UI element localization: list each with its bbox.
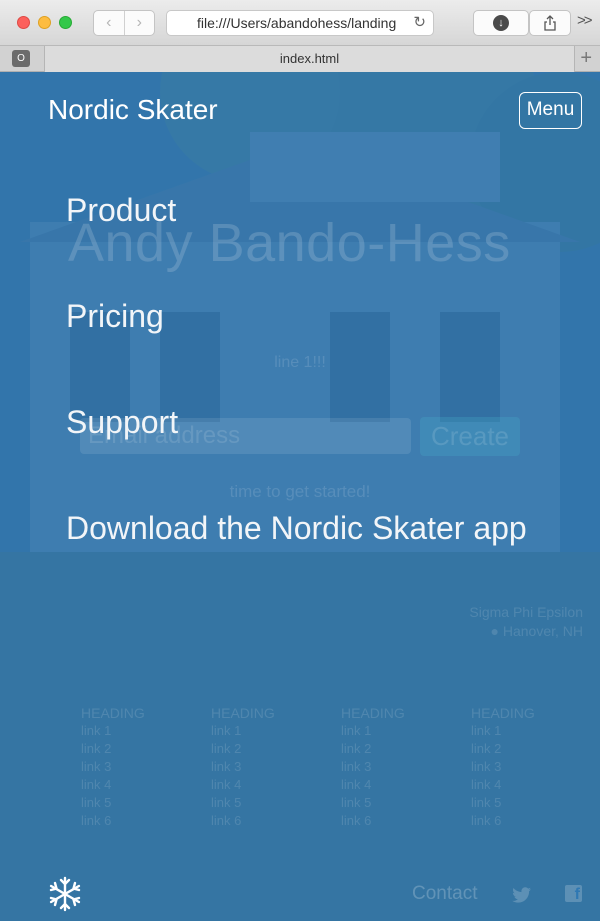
hero-line: line 1!!! bbox=[274, 354, 326, 371]
snowflake-icon[interactable] bbox=[47, 876, 83, 912]
footer-link[interactable]: link 4 bbox=[471, 776, 600, 794]
tab-bar: O index.html + bbox=[0, 46, 600, 72]
forward-button[interactable]: › bbox=[123, 11, 155, 35]
overflow-chevron-icon[interactable]: >> bbox=[577, 12, 592, 29]
menu-item-download-app[interactable]: Download the Nordic Skater app bbox=[66, 510, 527, 547]
footer-column: HEADING link 1 link 2 link 3 link 4 link… bbox=[471, 704, 600, 830]
downloads-button[interactable]: ↓ bbox=[473, 10, 529, 36]
menu-button[interactable]: Menu bbox=[519, 92, 582, 129]
footer-link[interactable]: link 3 bbox=[211, 758, 341, 776]
footer-link[interactable]: link 6 bbox=[341, 812, 471, 830]
brand-link[interactable]: Nordic Skater bbox=[48, 94, 218, 126]
zoom-window-button[interactable] bbox=[59, 16, 72, 29]
back-button[interactable]: ‹ bbox=[94, 11, 124, 35]
new-tab-button[interactable]: + bbox=[580, 48, 592, 68]
minimize-window-button[interactable] bbox=[38, 16, 51, 29]
footer-link[interactable]: link 2 bbox=[211, 740, 341, 758]
footer-link[interactable]: link 2 bbox=[341, 740, 471, 758]
footer-column: HEADING link 1 link 2 link 3 link 4 link… bbox=[81, 704, 211, 830]
footer-heading: HEADING bbox=[341, 705, 405, 721]
footer-heading: HEADING bbox=[211, 705, 275, 721]
twitter-icon[interactable] bbox=[512, 886, 532, 904]
address-block: Sigma Phi Epsilon ● Hanover, NH bbox=[469, 603, 583, 641]
share-button[interactable] bbox=[529, 10, 571, 36]
footer-link[interactable]: link 1 bbox=[81, 722, 211, 740]
chevron-left-icon: ‹ bbox=[106, 14, 112, 31]
footer-link[interactable]: link 1 bbox=[341, 722, 471, 740]
footer-link[interactable]: link 5 bbox=[341, 794, 471, 812]
reload-icon[interactable]: ↻ bbox=[410, 11, 426, 35]
address-line2: ● Hanover, NH bbox=[490, 623, 583, 639]
map-pin-icon: ● bbox=[490, 623, 503, 639]
footer-link[interactable]: link 6 bbox=[211, 812, 341, 830]
footer-column: HEADING link 1 link 2 link 3 link 4 link… bbox=[341, 704, 471, 830]
footer-link[interactable]: link 5 bbox=[471, 794, 600, 812]
footer-link[interactable]: link 6 bbox=[471, 812, 600, 830]
create-button[interactable]: Create bbox=[420, 417, 520, 456]
footer-link[interactable]: link 4 bbox=[341, 776, 471, 794]
address-bar-url: file:///Users/abandohess/landing bbox=[197, 15, 397, 31]
history-buttons: ‹ › bbox=[93, 10, 155, 36]
tab-title: index.html bbox=[279, 51, 340, 66]
get-started-text: time to get started! bbox=[229, 482, 371, 501]
address-line1: Sigma Phi Epsilon bbox=[469, 604, 583, 620]
footer-link[interactable]: link 1 bbox=[471, 722, 600, 740]
footer-heading: HEADING bbox=[81, 705, 145, 721]
footer-heading: HEADING bbox=[471, 705, 535, 721]
footer-link[interactable]: link 2 bbox=[81, 740, 211, 758]
footer-column: HEADING link 1 link 2 link 3 link 4 link… bbox=[211, 704, 341, 830]
menu-item-support[interactable]: Support bbox=[66, 404, 178, 441]
download-icon: ↓ bbox=[493, 15, 509, 31]
footer-link[interactable]: link 3 bbox=[341, 758, 471, 776]
footer-link[interactable]: link 5 bbox=[81, 794, 211, 812]
footer-link[interactable]: link 1 bbox=[211, 722, 341, 740]
footer-link[interactable]: link 4 bbox=[211, 776, 341, 794]
facebook-icon[interactable]: f bbox=[565, 885, 582, 902]
footer-columns: HEADING link 1 link 2 link 3 link 4 link… bbox=[81, 704, 600, 830]
share-icon bbox=[544, 15, 556, 31]
footer-link[interactable]: link 6 bbox=[81, 812, 211, 830]
footer-link[interactable]: link 5 bbox=[211, 794, 341, 812]
footer-link[interactable]: link 4 bbox=[81, 776, 211, 794]
chevron-right-icon: › bbox=[136, 14, 142, 31]
contact-link[interactable]: Contact bbox=[412, 883, 477, 905]
close-window-button[interactable] bbox=[17, 16, 30, 29]
footer-link[interactable]: link 2 bbox=[471, 740, 600, 758]
tab-favicon-icon[interactable]: O bbox=[12, 50, 30, 67]
tab-active[interactable]: index.html bbox=[44, 46, 575, 72]
menu-item-pricing[interactable]: Pricing bbox=[66, 298, 164, 335]
menu-item-product[interactable]: Product bbox=[66, 192, 176, 229]
footer-link[interactable]: link 3 bbox=[81, 758, 211, 776]
page-viewport: Andy Bando-Hess line 1!!! Email address … bbox=[0, 72, 600, 921]
browser-titlebar: ‹ › file:///Users/abandohess/landing ↻ ↓… bbox=[0, 0, 600, 46]
address-bar[interactable]: file:///Users/abandohess/landing ↻ bbox=[166, 10, 434, 36]
footer-link[interactable]: link 3 bbox=[471, 758, 600, 776]
